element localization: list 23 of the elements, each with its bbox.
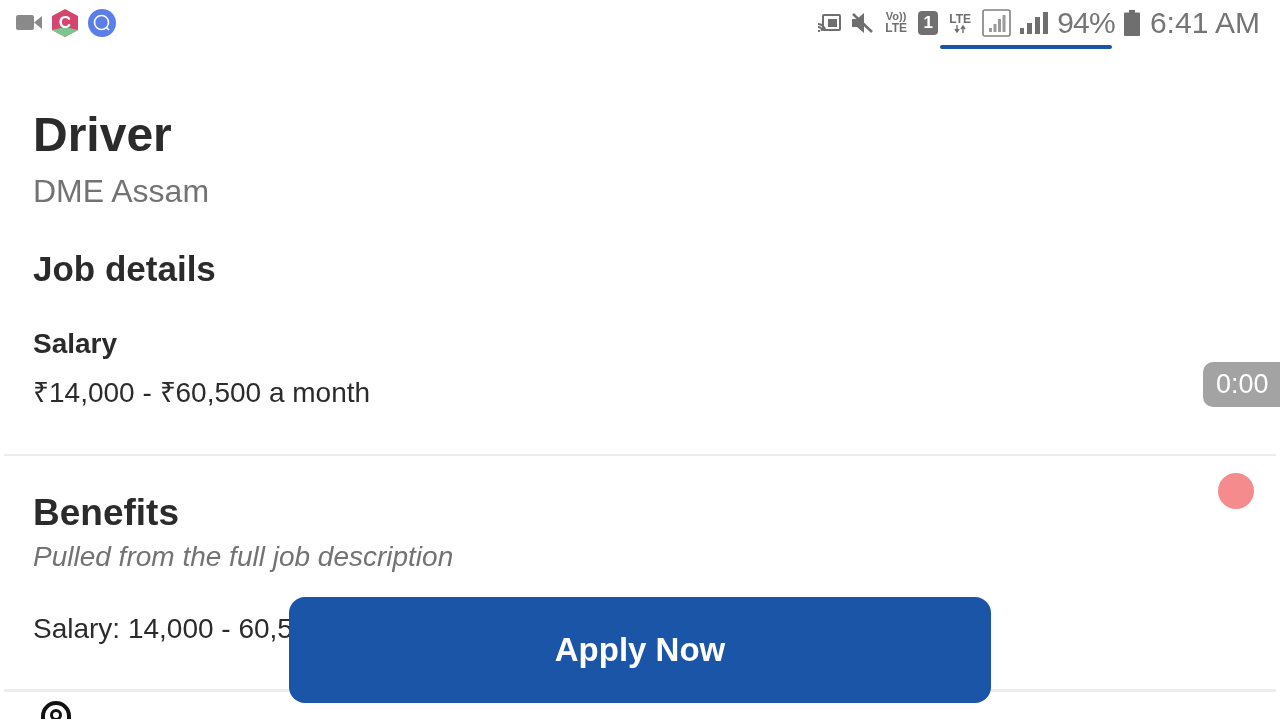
video-camera-icon (16, 15, 42, 30)
salary-label: Salary (33, 327, 118, 361)
cast-icon (818, 13, 842, 32)
battery-percentage: 94% (1057, 7, 1115, 38)
record-dot-icon (1218, 473, 1254, 509)
salary-value: ₹14,000 - ₹60,500 a month (33, 376, 371, 410)
section-heading: Job details (33, 248, 216, 290)
company-name: DME Assam (33, 172, 210, 211)
battery-icon (1123, 9, 1140, 36)
sim-icon: 1 (918, 10, 939, 35)
section-heading: Benefits (33, 491, 179, 535)
clock-time: 6:41 AM (1149, 7, 1260, 38)
source-note: Pulled from the full job description (33, 540, 454, 574)
search-icon (88, 8, 116, 37)
volte-icon: Vo)) LTE (883, 11, 910, 34)
mute-icon (850, 11, 875, 34)
signal-icon (982, 8, 1012, 37)
signal-icon (1020, 11, 1049, 34)
recording-timer: 0:00 (1203, 362, 1280, 407)
location-pin-icon (40, 701, 72, 719)
job-title: Driver (33, 109, 172, 161)
app-icon: C (52, 8, 78, 37)
apply-now-button[interactable]: Apply Now (289, 597, 991, 703)
